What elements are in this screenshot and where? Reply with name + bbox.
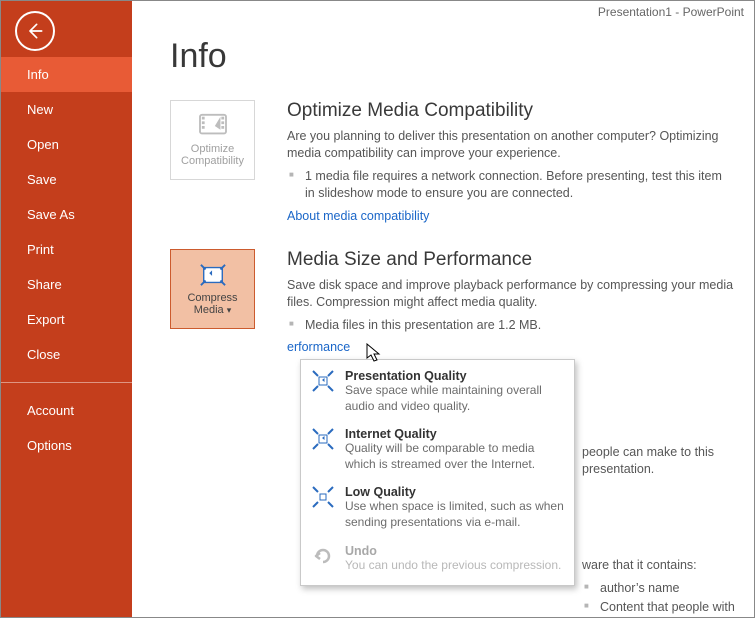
sidebar-item-open[interactable]: Open xyxy=(1,127,132,162)
section-heading: Optimize Media Compatibility xyxy=(287,100,734,122)
media-size-section: Compress Media ▾ Media Size and Performa… xyxy=(170,249,734,354)
sidebar-item-close[interactable]: Close xyxy=(1,337,132,372)
back-button[interactable] xyxy=(15,11,55,51)
sidebar-item-export[interactable]: Export xyxy=(1,302,132,337)
optimize-section: Optimize Compatibility Optimize Media Co… xyxy=(170,100,734,223)
section-description: Save disk space and improve playback per… xyxy=(287,277,734,311)
bullet-item: Content that people with disabilities ar… xyxy=(600,599,754,618)
media-performance-link[interactable]: erformance xyxy=(287,340,350,354)
tile-label: Media ▾ xyxy=(194,304,232,316)
compress-icon xyxy=(311,427,335,451)
bullet-item: author’s name xyxy=(600,580,754,598)
menu-item-presentation-quality[interactable]: Presentation Quality Save space while ma… xyxy=(301,364,574,422)
sidebar-item-saveas[interactable]: Save As xyxy=(1,197,132,232)
sidebar-item-new[interactable]: New xyxy=(1,92,132,127)
page-title: Info xyxy=(170,37,734,76)
backstage-sidebar: Info New Open Save Save As Print Share E… xyxy=(1,1,132,617)
menu-item-title: Undo xyxy=(345,544,564,558)
menu-item-description: Use when space is limited, such as when … xyxy=(345,499,564,530)
bullet-item: Media files in this presentation are 1.2… xyxy=(305,317,734,335)
sidebar-item-info[interactable]: Info xyxy=(1,57,132,92)
section-description: Are you planning to deliver this present… xyxy=(287,128,734,162)
title-bar-text: Presentation1 - PowerPoint xyxy=(598,5,744,19)
sidebar-item-share[interactable]: Share xyxy=(1,267,132,302)
menu-item-title: Presentation Quality xyxy=(345,369,564,383)
optimize-compatibility-button[interactable]: Optimize Compatibility xyxy=(170,100,255,180)
tile-label: Compress xyxy=(187,292,237,304)
filmstrip-icon xyxy=(198,113,228,139)
tile-label: Compatibility xyxy=(181,155,244,167)
compress-media-button[interactable]: Compress Media ▾ xyxy=(170,249,255,329)
menu-item-title: Low Quality xyxy=(345,485,564,499)
sidebar-item-options[interactable]: Options xyxy=(1,428,132,463)
sidebar-item-save[interactable]: Save xyxy=(1,162,132,197)
menu-item-low-quality[interactable]: Low Quality Use when space is limited, s… xyxy=(301,480,574,538)
bullet-item: 1 media file requires a network connecti… xyxy=(305,168,734,203)
undo-icon xyxy=(311,544,335,568)
menu-item-internet-quality[interactable]: Internet Quality Quality will be compara… xyxy=(301,422,574,480)
dropdown-caret-icon: ▾ xyxy=(227,305,232,315)
compress-icon xyxy=(311,369,335,393)
menu-item-undo: Undo You can undo the previous compressi… xyxy=(301,539,574,582)
menu-item-title: Internet Quality xyxy=(345,427,564,441)
menu-item-description: Quality will be comparable to media whic… xyxy=(345,441,564,472)
sidebar-item-print[interactable]: Print xyxy=(1,232,132,267)
compress-icon xyxy=(311,485,335,509)
sidebar-item-account[interactable]: Account xyxy=(1,393,132,428)
main-panel: Presentation1 - PowerPoint Info Optimize… xyxy=(132,1,754,617)
back-arrow-icon xyxy=(25,21,45,41)
sidebar-separator xyxy=(1,382,132,383)
tile-label: Optimize xyxy=(191,143,234,155)
menu-item-description: Save space while maintaining overall aud… xyxy=(345,383,564,414)
compress-media-dropdown: Presentation Quality Save space while ma… xyxy=(300,359,575,586)
menu-item-description: You can undo the previous compression. xyxy=(345,558,564,574)
about-media-compatibility-link[interactable]: About media compatibility xyxy=(287,209,429,223)
section-heading: Media Size and Performance xyxy=(287,249,734,271)
compress-media-icon xyxy=(198,262,228,288)
